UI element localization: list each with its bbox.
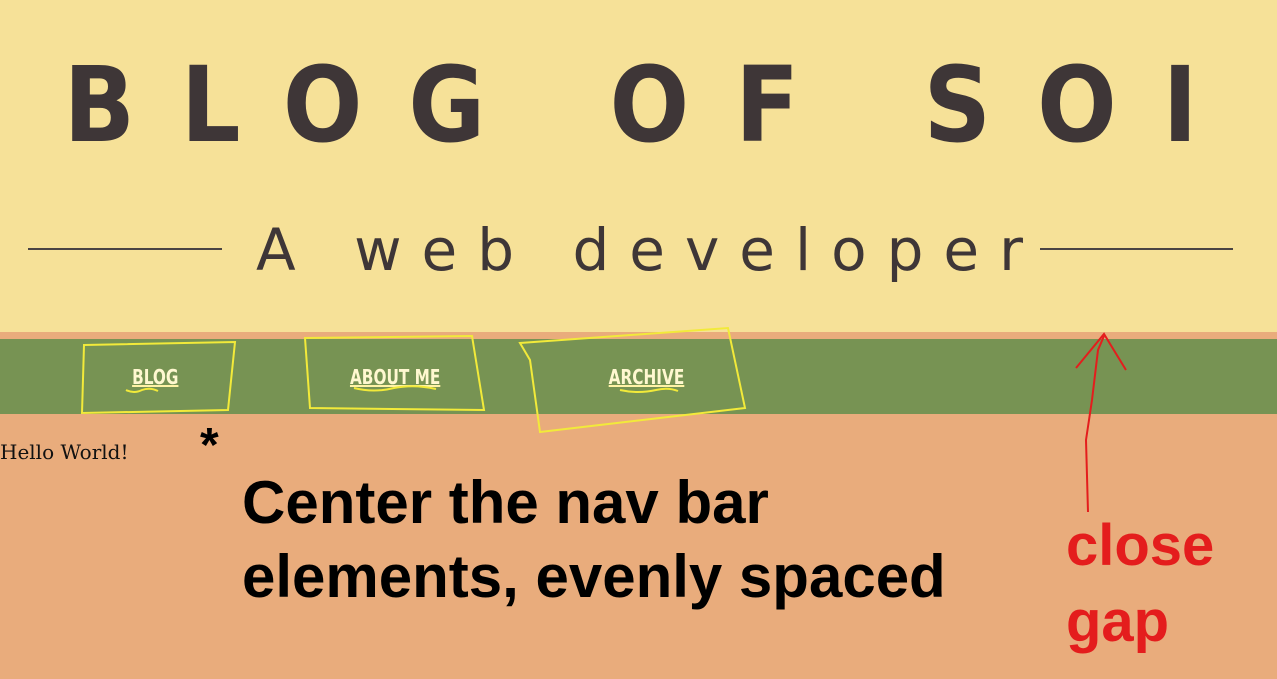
nav-item-label: ARCHIVE — [608, 364, 684, 389]
site-title: BLOG OF SOI — [63, 44, 1244, 166]
hello-text: Hello World! — [0, 440, 129, 464]
annotation-close-gap: close gap — [1066, 508, 1266, 660]
subtitle-right-rule — [1040, 248, 1233, 250]
nav-item-label: BLOG — [131, 364, 179, 389]
instruction-line: elements, evenly spaced — [242, 543, 946, 610]
close-gap-line: close — [1066, 513, 1215, 578]
nav-item-blog[interactable]: BLOG — [82, 339, 228, 414]
subtitle-row: A web developer — [0, 210, 1277, 290]
header: BLOG OF SOI A web developer — [0, 0, 1277, 332]
header-nav-gap — [0, 332, 1277, 339]
instruction-line: Center the nav bar — [242, 469, 769, 536]
nav-item-about-me[interactable]: ABOUT ME — [305, 339, 485, 414]
nav-bar: BLOG ABOUT ME ARCHIVE — [0, 339, 1277, 414]
annotation-asterisk: * — [200, 419, 219, 472]
nav-item-archive[interactable]: ARCHIVE — [530, 339, 762, 414]
site-subtitle: A web developer — [256, 216, 1043, 284]
close-gap-line: gap — [1066, 589, 1170, 654]
nav-item-label: ABOUT ME — [349, 364, 441, 389]
subtitle-left-rule — [28, 248, 222, 250]
annotation-instruction: Center the nav bar elements, evenly spac… — [242, 466, 1062, 614]
